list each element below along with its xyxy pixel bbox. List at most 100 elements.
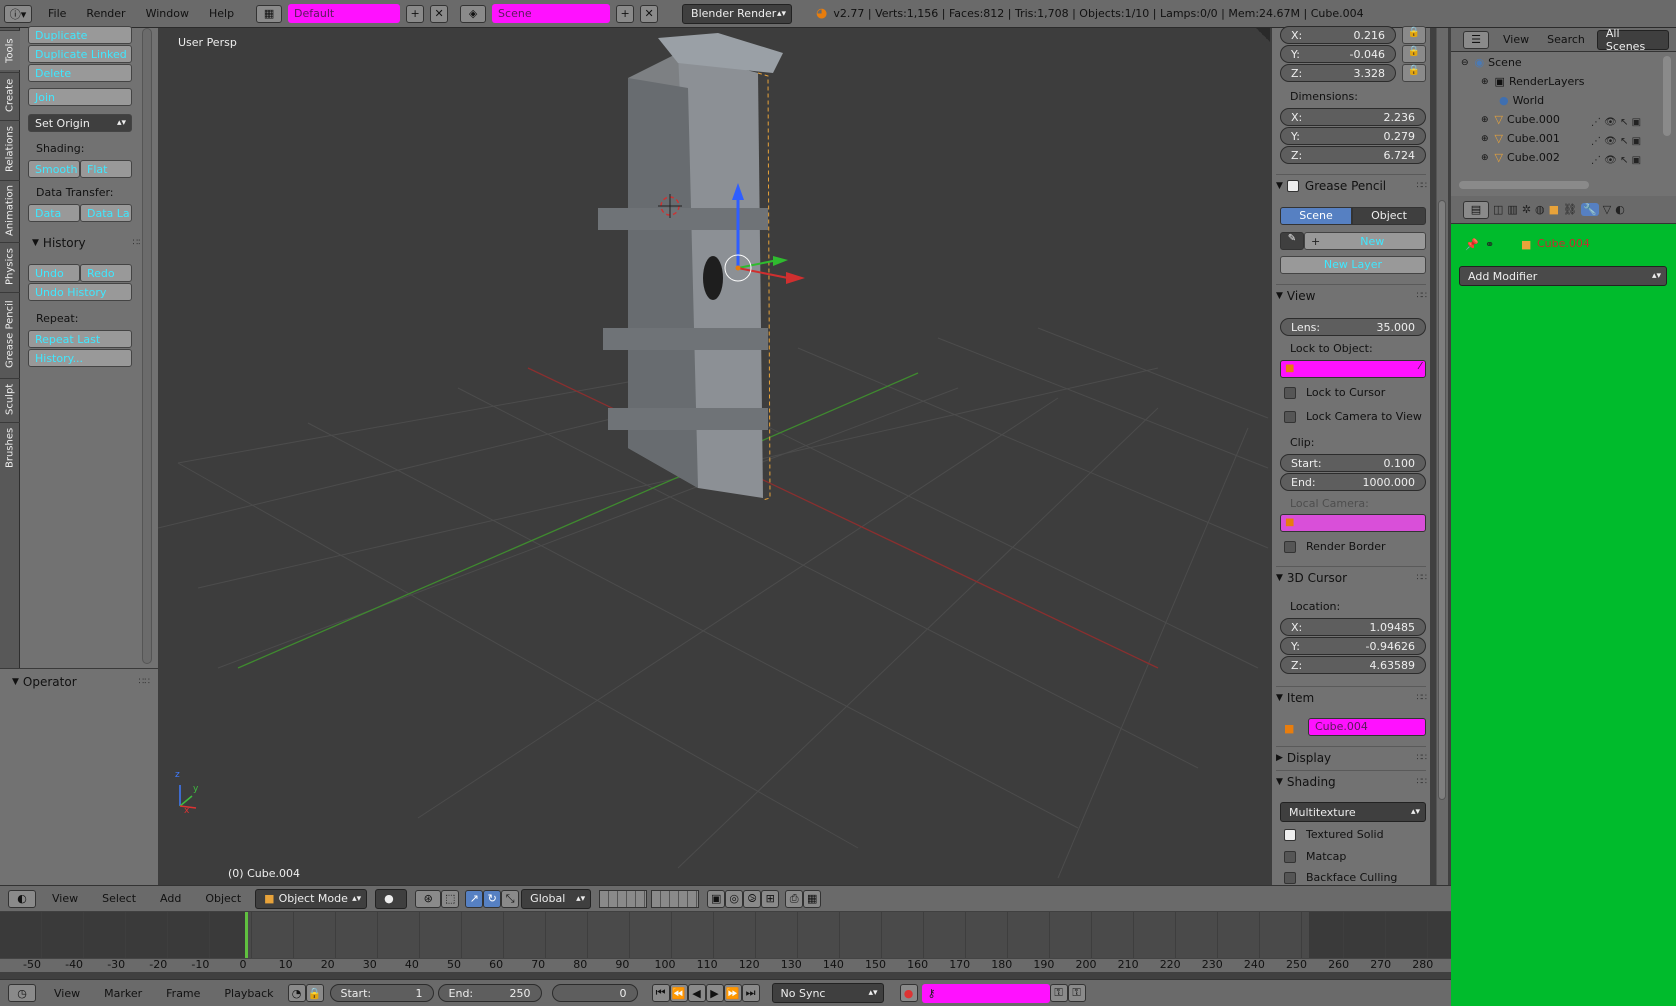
- dimension-y-field[interactable]: Y: 0.279: [1280, 127, 1426, 145]
- flat-button[interactable]: Flat: [80, 160, 132, 178]
- current-frame-field[interactable]: 0: [551, 984, 638, 1002]
- select-menu[interactable]: Select: [102, 892, 136, 905]
- operator-panel-header[interactable]: ▼ Operator ∷∷: [12, 675, 150, 689]
- display-panel-header[interactable]: ▶ Display ∷∷: [1276, 746, 1427, 768]
- lock-object-field[interactable]: ■ ⁄: [1280, 360, 1426, 378]
- 3d-viewport[interactable]: User Persp z y x (0) Cube.004: [158, 28, 1272, 885]
- frame-end-field[interactable]: End: 250: [437, 984, 542, 1002]
- viewport-corner-icon[interactable]: [1256, 28, 1270, 42]
- backface-culling-checkbox[interactable]: Backface Culling: [1284, 871, 1397, 884]
- layout-field[interactable]: Default: [288, 4, 401, 23]
- view-menu[interactable]: View: [52, 892, 78, 905]
- add-menu[interactable]: Add: [160, 892, 181, 905]
- add-scene-icon[interactable]: +: [616, 4, 635, 23]
- lens-field[interactable]: Lens: 35.000: [1280, 318, 1426, 336]
- tab-create[interactable]: Create: [0, 72, 20, 118]
- lock-to-cursor-checkbox[interactable]: Lock to Cursor: [1284, 386, 1385, 399]
- menu-render[interactable]: Render: [86, 7, 125, 20]
- playback-menu[interactable]: Playback: [224, 987, 273, 1000]
- lock-layers-icon[interactable]: ▣: [707, 889, 726, 908]
- info-icon[interactable]: ⓘ▾: [4, 4, 32, 23]
- matcap-checkbox[interactable]: Matcap: [1284, 850, 1346, 863]
- editor-type-icon[interactable]: ◐: [8, 889, 36, 908]
- drag-handle-icon[interactable]: ∷∷: [139, 677, 150, 687]
- add-layout-icon[interactable]: +: [406, 4, 425, 23]
- add-modifier-select[interactable]: Add Modifier ▴▾: [1459, 266, 1667, 286]
- outliner-view-menu[interactable]: View: [1503, 33, 1529, 46]
- mode-select[interactable]: ■ Object Mode ▴▾: [255, 888, 368, 909]
- textured-solid-checkbox[interactable]: Textured Solid: [1284, 828, 1384, 841]
- menu-window[interactable]: Window: [146, 7, 189, 20]
- gp-scene-button[interactable]: Scene: [1280, 207, 1352, 225]
- pivot-icon[interactable]: ⊛: [415, 889, 442, 908]
- gp-object-button[interactable]: Object: [1352, 207, 1426, 225]
- cursor-y-field[interactable]: Y: -0.94626: [1280, 637, 1426, 655]
- location-z-field[interactable]: Z: 3.328: [1280, 64, 1396, 82]
- render-tab-icon[interactable]: ◫: [1493, 203, 1503, 216]
- snap-element-icon[interactable]: ⊞: [761, 889, 780, 908]
- scene-field[interactable]: Scene: [492, 4, 611, 23]
- lock-z-icon[interactable]: 🔒: [1402, 64, 1426, 82]
- tab-brushes[interactable]: Brushes: [0, 422, 20, 472]
- object-menu[interactable]: Object: [205, 892, 241, 905]
- visibility-icons[interactable]: ⋰ 👁 ↖ ▣ ⋰ 👁 ↖ ▣ ⋰ 👁 ↖ ▣: [1591, 113, 1641, 170]
- repeat-last-button[interactable]: Repeat Last: [28, 330, 132, 348]
- world-tab-icon[interactable]: ◍: [1535, 203, 1545, 216]
- tab-animation[interactable]: Animation: [0, 180, 20, 240]
- duplicate-button[interactable]: Duplicate: [28, 26, 132, 44]
- scale-icon[interactable]: ⤡: [501, 889, 520, 908]
- data-button[interactable]: Data: [28, 204, 80, 222]
- join-button[interactable]: Join: [28, 88, 132, 106]
- render-border-checkbox[interactable]: Render Border: [1284, 540, 1386, 553]
- data-layers-button[interactable]: Data La: [80, 204, 132, 222]
- rotate-icon[interactable]: ↻: [483, 889, 502, 908]
- jump-end-icon[interactable]: ⏭: [741, 984, 760, 1002]
- redo-button[interactable]: Redo: [80, 264, 132, 282]
- cursor-x-field[interactable]: X: 1.09485: [1280, 618, 1426, 636]
- clip-start-field[interactable]: Start: 0.100: [1280, 454, 1426, 472]
- material-tab-icon[interactable]: ◐: [1615, 203, 1625, 216]
- delete-keyframe-icon[interactable]: ⚿: [1067, 984, 1086, 1002]
- menu-file[interactable]: File: [48, 7, 66, 20]
- object-tab-icon[interactable]: ■: [1549, 203, 1559, 216]
- snap-icon[interactable]: ⧁: [743, 889, 762, 908]
- insert-keyframe-icon[interactable]: ⚿: [1049, 984, 1068, 1002]
- layer-buttons-2[interactable]: [651, 889, 700, 908]
- outliner-search-menu[interactable]: Search: [1547, 33, 1585, 46]
- history-panel-header[interactable]: ▼ History ∷∷: [32, 236, 144, 250]
- delete-scene-icon[interactable]: ✕: [640, 4, 659, 23]
- layers-tab-icon[interactable]: ▥: [1507, 203, 1517, 216]
- outliner-display-select[interactable]: All Scenes: [1596, 27, 1669, 53]
- outliner-scrollbar[interactable]: [1663, 56, 1671, 136]
- menu-help[interactable]: Help: [209, 7, 234, 20]
- undo-button[interactable]: Undo: [28, 264, 80, 282]
- outliner-item-scene[interactable]: ⊖ ◉ Scene: [1461, 56, 1522, 69]
- frame-start-field[interactable]: Start: 1: [329, 984, 434, 1002]
- lock-x-icon[interactable]: 🔒: [1402, 26, 1426, 44]
- outliner-item-renderlayers[interactable]: ⊕ ▣ RenderLayers: [1481, 75, 1585, 88]
- outliner-item-cube001[interactable]: ⊕ ▽ Cube.001: [1481, 132, 1560, 145]
- layer-buttons[interactable]: [599, 889, 648, 908]
- orientation-select[interactable]: Global ▴▾: [521, 888, 592, 909]
- gp-new-button[interactable]: + New: [1304, 232, 1426, 250]
- constraints-tab-icon[interactable]: ⛓: [1563, 203, 1577, 216]
- tab-physics[interactable]: Physics: [0, 242, 20, 290]
- location-y-field[interactable]: Y: -0.046: [1280, 45, 1396, 63]
- render-icon[interactable]: ⎙: [785, 889, 804, 908]
- tab-tools[interactable]: Tools: [0, 30, 20, 70]
- screen-layout-icon[interactable]: ▦: [256, 4, 283, 23]
- jump-key-forward-icon[interactable]: ⏩: [723, 984, 742, 1002]
- dimension-x-field[interactable]: X: 2.236: [1280, 108, 1426, 126]
- duplicate-linked-button[interactable]: Duplicate Linked: [28, 45, 132, 63]
- viewport-shading-select[interactable]: ●: [375, 888, 408, 909]
- jump-start-icon[interactable]: ⏮: [651, 984, 670, 1002]
- record-icon[interactable]: ●: [899, 984, 918, 1002]
- gp-pencil-icon[interactable]: ✎: [1280, 232, 1304, 250]
- editor-type-icon[interactable]: ☰: [1463, 30, 1489, 49]
- translate-icon[interactable]: ↗: [465, 889, 484, 908]
- editor-type-icon[interactable]: ◷: [8, 984, 36, 1002]
- tab-relations[interactable]: Relations: [0, 120, 20, 178]
- scene-icon[interactable]: ◈: [460, 4, 487, 23]
- 3d-cursor-panel-header[interactable]: ▼ 3D Cursor ∷∷: [1276, 566, 1427, 588]
- scene-tab-icon[interactable]: ✲: [1522, 203, 1531, 216]
